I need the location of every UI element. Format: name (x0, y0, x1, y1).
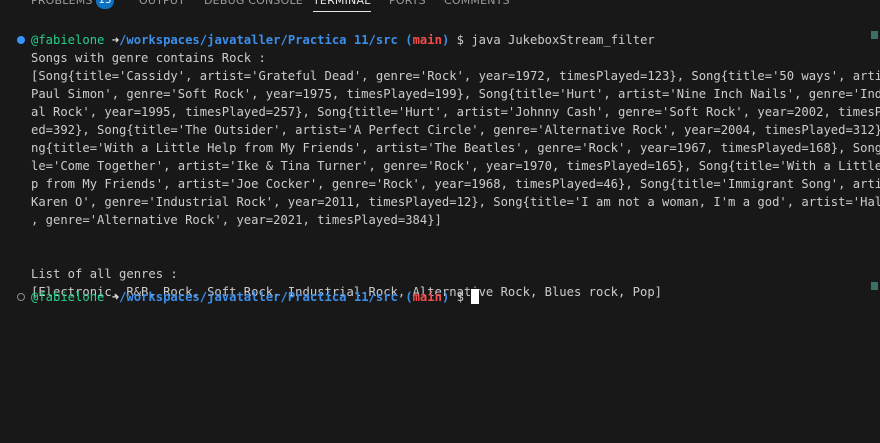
problems-count-badge: 13 (96, 0, 114, 9)
prompt-line: @fabielone ➜/workspaces/javataller/Pract… (31, 33, 655, 47)
output-line: ed=392}, Song{title='The Outsider', arti… (31, 123, 880, 137)
tab-comments[interactable]: COMMENTS (444, 0, 510, 11)
tab-debug-console[interactable]: DEBUG CONSOLE (204, 0, 303, 11)
tab-output[interactable]: OUTPUT (139, 0, 185, 11)
prompt-user: @fabielone (31, 290, 105, 304)
tab-problems[interactable]: PROBLEMS (31, 0, 93, 11)
command-pending-decoration-icon[interactable] (17, 293, 25, 301)
command-text: java JukeboxStream_filter (471, 33, 655, 47)
output-line: List of all genres : (31, 267, 178, 281)
prompt-git-branch: main (412, 290, 442, 304)
output-line: Songs with genre contains Rock : (31, 51, 266, 65)
output-line: le='Come Together', artist='Ike & Tina T… (31, 159, 880, 173)
terminal-cursor (471, 289, 480, 304)
command-success-decoration-icon[interactable] (17, 36, 25, 44)
tab-ports[interactable]: PORTS (389, 0, 426, 11)
output-line: [Song{title='Cassidy', artist='Grateful … (31, 69, 880, 83)
prompt-git-branch: main (412, 33, 442, 47)
prompt-user: @fabielone (31, 33, 105, 47)
scrollbar-mark (871, 31, 878, 39)
prompt-line: @fabielone ➜/workspaces/javataller/Pract… (31, 288, 480, 306)
prompt-path: /workspaces/javataller/Practica 11/src (119, 290, 398, 304)
output-line: Paul Simon', genre='Soft Rock', year=197… (31, 87, 880, 101)
prompt-arrow-icon: ➜ (111, 33, 120, 47)
output-line: p from My Friends', artist='Joe Cocker',… (31, 177, 880, 191)
scrollbar-mark (871, 282, 878, 290)
prompt-path: /workspaces/javataller/Practica 11/src (119, 33, 398, 47)
terminal-output[interactable]: @fabielone ➜/workspaces/javataller/Pract… (0, 31, 880, 443)
panel-tab-bar: PROBLEMS 13 OUTPUT DEBUG CONSOLE TERMINA… (0, 0, 880, 13)
output-line: Karen O', genre='Industrial Rock', year=… (31, 195, 880, 209)
output-line: al Rock', year=1995, timesPlayed=257}, S… (31, 105, 880, 119)
tab-terminal[interactable]: TERMINAL (313, 0, 371, 12)
output-line: , genre='Alternative Rock', year=2021, t… (31, 213, 442, 227)
output-line: ng{title='With a Little Help from My Fri… (31, 141, 880, 155)
prompt-arrow-icon: ➜ (111, 290, 120, 304)
